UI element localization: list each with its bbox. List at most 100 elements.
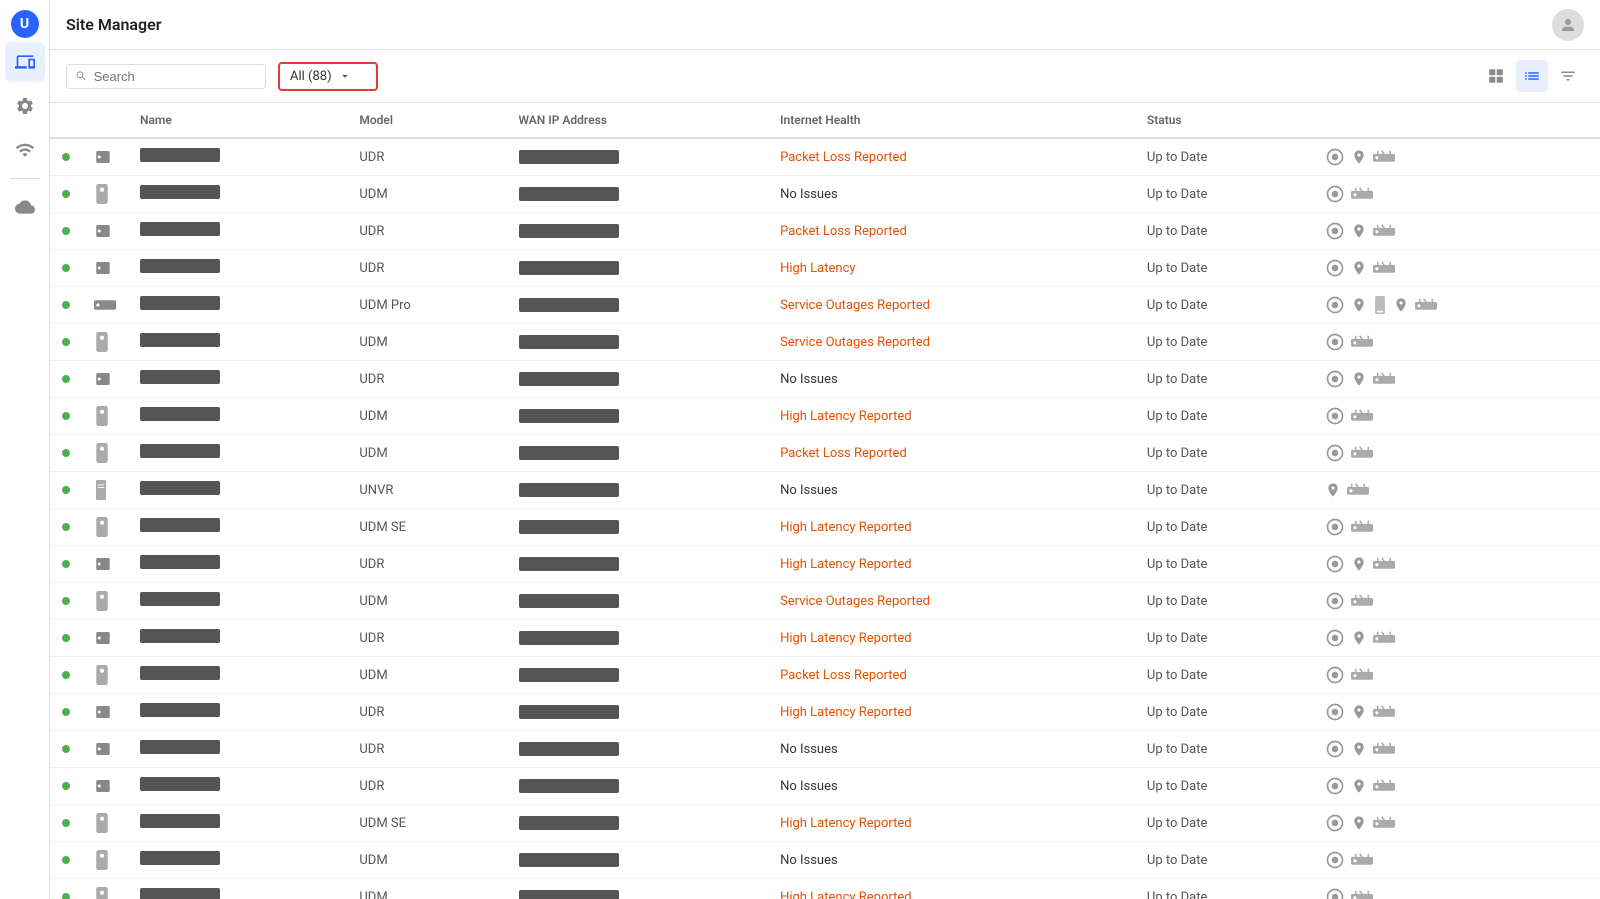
list-view-button[interactable] [1516, 60, 1548, 92]
table-row[interactable]: UDM Pro Service Outages Reported Up to D… [50, 287, 1600, 324]
name-redacted [140, 518, 220, 532]
action-icons-cell [1313, 768, 1600, 805]
status-icons [1325, 591, 1588, 611]
search-input[interactable] [94, 69, 257, 84]
table-row[interactable]: UDR High Latency Reported Up to Date [50, 694, 1600, 731]
name-cell [128, 472, 347, 509]
table-row[interactable]: UDR Packet Loss Reported Up to Date [50, 213, 1600, 250]
circle-icon [1325, 628, 1345, 648]
status-dot-cell [50, 731, 82, 768]
user-icon [1559, 16, 1577, 34]
model-cell: UDR [347, 546, 506, 583]
router-icon [1351, 667, 1373, 683]
status-icons [1325, 443, 1588, 463]
status-icons [1325, 628, 1588, 648]
wan-ip-cell [507, 509, 769, 546]
table-row[interactable]: UDR High Latency Up to Date [50, 250, 1600, 287]
cloud-icon [15, 197, 35, 217]
device-icon-cell [82, 435, 128, 472]
device-icon-cell [82, 768, 128, 805]
filter-dropdown[interactable]: All (88) [278, 62, 378, 91]
health-cell: Service Outages Reported [768, 287, 1135, 324]
sidebar-item-settings[interactable] [5, 86, 45, 126]
wan-ip-cell [507, 324, 769, 361]
table-row[interactable]: UDR High Latency Reported Up to Date [50, 546, 1600, 583]
device-icon-cell [82, 250, 128, 287]
ip-redacted [519, 668, 619, 682]
ip-redacted [519, 261, 619, 275]
table-row[interactable]: UDM SE High Latency Reported Up to Date [50, 805, 1600, 842]
status-icons [1325, 887, 1588, 899]
device-udr-icon [94, 148, 112, 166]
model-cell: UDR [347, 694, 506, 731]
table-row[interactable]: UDM High Latency Reported Up to Date [50, 398, 1600, 435]
circle-icon [1325, 554, 1345, 574]
table-row[interactable]: UDR Packet Loss Reported Up to Date [50, 138, 1600, 176]
user-avatar[interactable] [1552, 9, 1584, 41]
model-cell: UDM [347, 842, 506, 879]
table-row[interactable]: UDM High Latency Reported Up to Date [50, 879, 1600, 899]
sidebar-item-devices[interactable] [5, 42, 45, 82]
action-icons-cell [1313, 509, 1600, 546]
camera-icon [1351, 704, 1367, 720]
status-dot-cell [50, 805, 82, 842]
name-cell [128, 842, 347, 879]
health-cell: Service Outages Reported [768, 324, 1135, 361]
device-udm-icon [94, 332, 110, 352]
table-row[interactable]: UDM Packet Loss Reported Up to Date [50, 657, 1600, 694]
table-row[interactable]: UDM No Issues Up to Date [50, 842, 1600, 879]
wan-ip-cell [507, 361, 769, 398]
model-cell: UDM SE [347, 805, 506, 842]
filter-button[interactable] [1552, 60, 1584, 92]
firmware-status-cell: Up to Date [1135, 250, 1313, 287]
model-cell: UNVR [347, 472, 506, 509]
name-redacted [140, 296, 220, 310]
search-box[interactable] [66, 64, 266, 89]
action-icons-cell [1313, 805, 1600, 842]
model-cell: UDM SE [347, 509, 506, 546]
action-icons-cell [1313, 472, 1600, 509]
model-cell: UDR [347, 138, 506, 176]
table-row[interactable]: UDR No Issues Up to Date [50, 731, 1600, 768]
camera-icon [1351, 371, 1367, 387]
sidebar-item-network[interactable] [5, 130, 45, 170]
table-row[interactable]: UNVR No Issues Up to Date [50, 472, 1600, 509]
device-udm-icon [94, 591, 110, 611]
health-cell: Packet Loss Reported [768, 138, 1135, 176]
status-dot [62, 153, 70, 161]
wan-ip-cell [507, 694, 769, 731]
device-icon-cell [82, 583, 128, 620]
health-cell: High Latency Reported [768, 879, 1135, 899]
status-icons [1325, 482, 1588, 498]
name-redacted [140, 555, 220, 569]
table-row[interactable]: UDM No Issues Up to Date [50, 176, 1600, 213]
wan-ip-cell [507, 768, 769, 805]
table-row[interactable]: UDR No Issues Up to Date [50, 361, 1600, 398]
circle-icon [1325, 258, 1345, 278]
chevron-down-icon [338, 69, 352, 83]
circle-icon [1325, 850, 1345, 870]
device-icon-cell [82, 879, 128, 899]
camera-icon [1393, 297, 1409, 313]
table-row[interactable]: UDM Service Outages Reported Up to Date [50, 583, 1600, 620]
circle-icon [1325, 591, 1345, 611]
firmware-status-cell: Up to Date [1135, 398, 1313, 435]
sidebar-item-cloud[interactable] [5, 187, 45, 227]
table-row[interactable]: UDR High Latency Reported Up to Date [50, 620, 1600, 657]
name-redacted [140, 703, 220, 717]
device-icon-cell [82, 213, 128, 250]
table-row[interactable]: UDM Packet Loss Reported Up to Date [50, 435, 1600, 472]
router-icon [1351, 445, 1373, 461]
action-icons-cell [1313, 324, 1600, 361]
device-udm-icon [94, 406, 110, 426]
camera-icon [1325, 482, 1341, 498]
table-row[interactable]: UDM SE High Latency Reported Up to Date [50, 509, 1600, 546]
table-row[interactable]: UDR No Issues Up to Date [50, 768, 1600, 805]
app-title: Site Manager [66, 15, 161, 34]
table-row[interactable]: UDM Service Outages Reported Up to Date [50, 324, 1600, 361]
action-icons-cell [1313, 138, 1600, 176]
grid-view-button[interactable] [1480, 60, 1512, 92]
status-icons [1325, 184, 1588, 204]
firmware-status-cell: Up to Date [1135, 694, 1313, 731]
status-dot [62, 745, 70, 753]
